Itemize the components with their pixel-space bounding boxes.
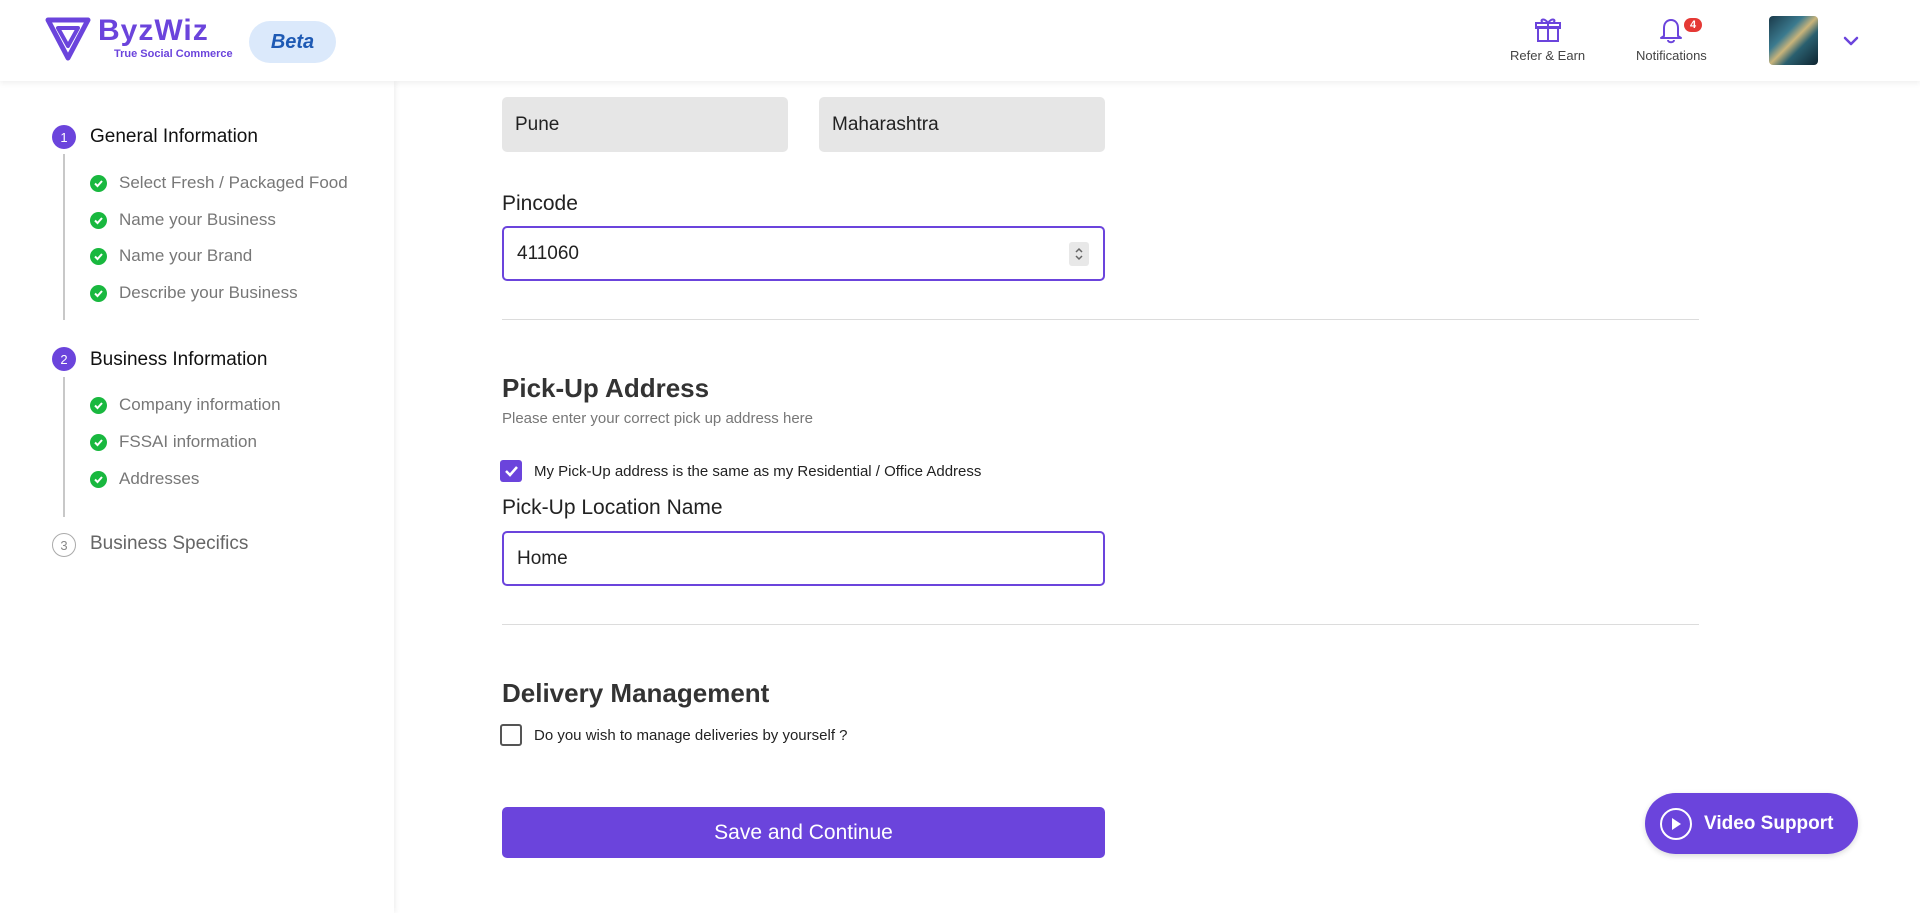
substep-label: Select Fresh / Packaged Food (119, 173, 348, 192)
substep-label: Addresses (119, 469, 200, 488)
bell-icon (1660, 19, 1683, 44)
state-field[interactable]: Maharashtra (819, 97, 1105, 152)
substep-label: Describe your Business (119, 283, 298, 302)
city-field[interactable]: Pune (502, 97, 788, 152)
step-connector (63, 377, 65, 517)
number-spinner[interactable] (1069, 242, 1089, 266)
check-circle-icon (90, 433, 107, 451)
progress-sidebar: 1 General Information Select Fresh / Pac… (0, 81, 394, 913)
step-number: 2 (52, 347, 76, 371)
delivery-self-label: Do you wish to manage deliveries by your… (534, 726, 848, 744)
same-address-checkbox-row[interactable]: My Pick-Up address is the same as my Res… (500, 460, 981, 482)
section-divider (502, 319, 1699, 320)
substep-addresses[interactable]: Addresses (90, 469, 199, 489)
step-title-general-information[interactable]: General Information (90, 126, 258, 148)
video-support-button[interactable]: Video Support (1645, 793, 1858, 854)
notifications-label: Notifications (1636, 48, 1707, 63)
byzwiz-logo-icon (45, 17, 91, 61)
logo-tagline: True Social Commerce (114, 48, 233, 60)
chevron-up-icon[interactable] (1074, 247, 1084, 254)
substep-fssai-information[interactable]: FSSAI information (90, 432, 257, 452)
pickup-location-name-label: Pick-Up Location Name (502, 496, 723, 519)
pickup-location-name-field[interactable]: Home (502, 531, 1105, 586)
substep-company-information[interactable]: Company information (90, 395, 281, 415)
chevron-down-icon[interactable] (1074, 254, 1084, 261)
same-address-checkbox[interactable] (500, 460, 522, 482)
avatar[interactable] (1769, 16, 1818, 65)
check-circle-icon (90, 211, 107, 229)
delivery-management-title: Delivery Management (502, 678, 770, 708)
substep-name-brand[interactable]: Name your Brand (90, 246, 252, 266)
check-circle-icon (90, 396, 107, 414)
step-number: 3 (52, 533, 76, 557)
same-address-label: My Pick-Up address is the same as my Res… (534, 462, 982, 480)
save-and-continue-button[interactable]: Save and Continue (502, 807, 1105, 858)
substep-label: Name your Business (119, 210, 276, 229)
delivery-self-checkbox-row[interactable]: Do you wish to manage deliveries by your… (500, 724, 848, 746)
notifications-button[interactable]: 4 Notifications (1636, 16, 1707, 63)
play-icon (1660, 807, 1692, 840)
refer-label: Refer & Earn (1510, 48, 1586, 63)
check-icon (504, 466, 518, 477)
logo[interactable]: ByzWiz True Social Commerce (44, 16, 233, 62)
substep-select-food[interactable]: Select Fresh / Packaged Food (90, 173, 348, 193)
check-circle-icon (90, 247, 107, 265)
pincode-field[interactable]: 411060 (502, 226, 1105, 281)
step-title-business-specifics[interactable]: Business Specifics (90, 533, 248, 555)
video-support-label: Video Support (1704, 812, 1834, 834)
pickup-address-subtitle: Please enter your correct pick up addres… (502, 410, 813, 427)
notification-count-badge: 4 (1684, 18, 1703, 32)
step-number: 1 (52, 125, 76, 149)
check-circle-icon (90, 174, 107, 192)
substep-describe-business[interactable]: Describe your Business (90, 283, 298, 303)
delivery-self-checkbox[interactable] (500, 724, 522, 746)
section-divider (502, 624, 1699, 625)
step-title-business-information[interactable]: Business Information (90, 349, 267, 371)
pincode-label: Pincode (502, 192, 578, 215)
pickup-address-title: Pick-Up Address (502, 373, 710, 403)
top-header: ByzWiz True Social Commerce Beta Refer &… (0, 0, 1920, 81)
chevron-down-icon[interactable] (1842, 32, 1860, 50)
substep-label: Company information (119, 395, 281, 414)
logo-name: ByzWiz (98, 14, 209, 47)
step-connector (63, 154, 65, 320)
check-circle-icon (90, 470, 107, 488)
beta-badge: Beta (249, 21, 336, 63)
substep-label: FSSAI information (119, 432, 257, 451)
substep-name-business[interactable]: Name your Business (90, 210, 276, 230)
check-circle-icon (90, 284, 107, 302)
refer-and-earn-button[interactable]: Refer & Earn (1510, 16, 1585, 63)
gift-icon (1534, 18, 1561, 42)
substep-label: Name your Brand (119, 246, 253, 265)
pincode-value: 411060 (517, 242, 579, 264)
